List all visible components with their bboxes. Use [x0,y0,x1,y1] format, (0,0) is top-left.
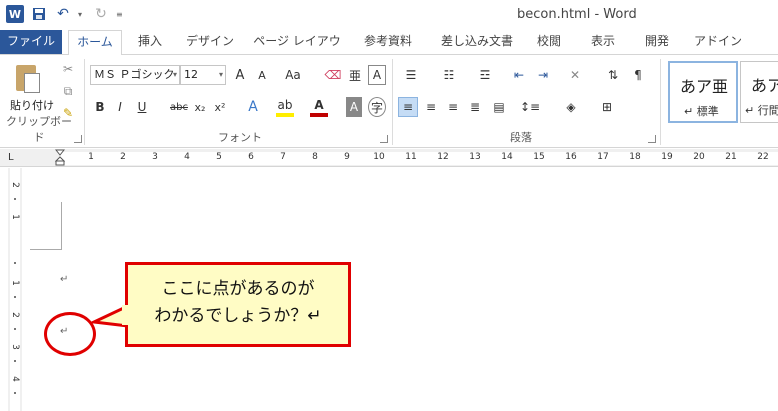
callout-pointer [88,304,129,328]
callout-line-1: ここに点があるのが [161,279,315,299]
tab-home[interactable]: ホーム [68,30,122,55]
callout-joint [122,305,131,325]
highlight-circle [44,312,96,356]
callout-text: ここに点があるのが わかるでしょうか？↵ [128,276,348,330]
callout-line-2: わかるでしょうか？↵ [154,306,322,326]
callout-box: ここに点があるのが わかるでしょうか？↵ [125,262,351,347]
